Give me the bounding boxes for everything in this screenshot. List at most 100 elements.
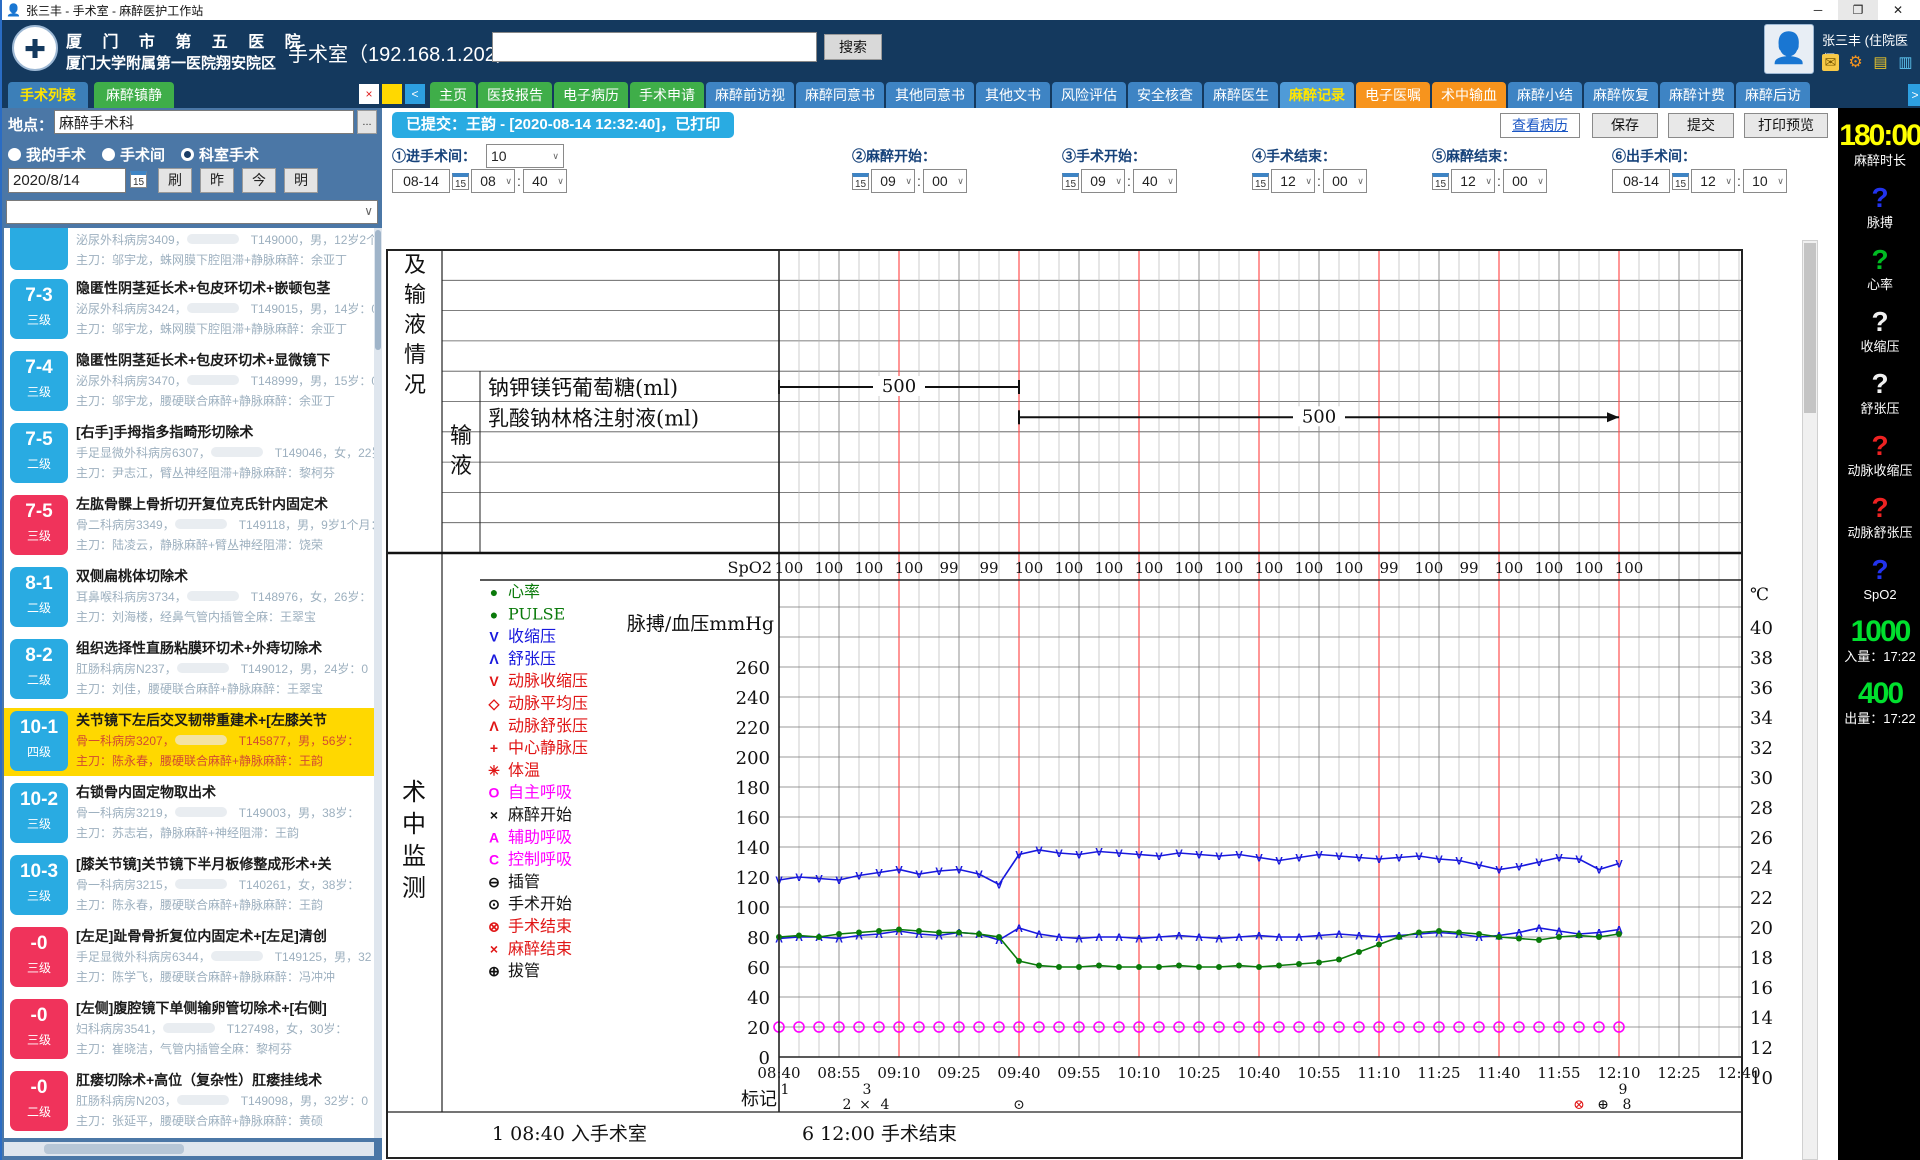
calendar-icon[interactable]: 15: [1252, 173, 1269, 190]
minute-select[interactable]: 00∨: [923, 169, 967, 193]
back-button[interactable]: <: [405, 84, 425, 104]
main-tab-其他文书[interactable]: 其他文书: [976, 82, 1050, 108]
hour-select[interactable]: 12∨: [1691, 169, 1735, 193]
date-input[interactable]: [8, 168, 126, 193]
surgery-list-item[interactable]: -0二级 肛瘘切除术+高位（复杂性）肛瘘挂线术 肛肠科病房N203， T1490…: [4, 1068, 374, 1136]
main-tab-医技报告[interactable]: 医技报告: [478, 82, 552, 108]
hour-select[interactable]: 09∨: [1081, 169, 1125, 193]
close-button[interactable]: ✕: [1878, 0, 1918, 20]
main-tab-安全核查[interactable]: 安全核查: [1128, 82, 1202, 108]
surgery-list-item[interactable]: 三级 泌尿外科病房3409， T149000，男，12岁2个… 主刀：邬宇龙，蛛…: [4, 228, 374, 272]
surgery-list-item[interactable]: 7-3三级 隐匿性阴茎延长术+包皮环切术+嵌顿包茎 泌尿外科病房3424， T1…: [4, 276, 374, 344]
maximize-button[interactable]: ❐: [1838, 0, 1878, 20]
refresh-day-button[interactable]: 刷: [158, 168, 192, 193]
chart-icon[interactable]: ▥: [1897, 54, 1914, 71]
calendar-icon[interactable]: 15: [1432, 173, 1449, 190]
surgery-list-item[interactable]: 10-1四级 关节镜下左后交叉韧带重建术+[左膝关节 骨一科病房3207， T1…: [4, 708, 374, 776]
tab-overflow-arrow[interactable]: >: [1908, 84, 1920, 106]
surgery-list-item[interactable]: 10-2三级 右锁骨内固定物取出术 骨一科病房3219， T149003，男，3…: [4, 780, 374, 848]
close-tab-button[interactable]: ×: [359, 84, 379, 104]
surgery-list-item[interactable]: -0三级 [左足]趾骨骨折复位内固定术+[左足]清创 手足显微外科病房6344，…: [4, 924, 374, 992]
location-more-button[interactable]: ...: [357, 110, 377, 134]
minute-select[interactable]: 10∨: [1743, 169, 1787, 193]
main-tab-麻醉小结[interactable]: 麻醉小结: [1508, 82, 1582, 108]
svg-text:V: V: [1375, 854, 1383, 866]
main-tab-麻醉同意书[interactable]: 麻醉同意书: [796, 82, 884, 108]
surgery-list-item[interactable]: 7-5二级 [右手]手拇指多指畸形切除术 手足显微外科病房6307， T1490…: [4, 420, 374, 488]
sidebar-horizontal-scrollbar[interactable]: [4, 1142, 374, 1156]
room-select[interactable]: 10∨: [486, 144, 564, 168]
date-field[interactable]: 08-14: [1612, 169, 1670, 193]
app-icon: 👤: [6, 3, 21, 17]
main-tab-电子病历[interactable]: 电子病历: [554, 82, 628, 108]
radio-科室手术[interactable]: 科室手术: [181, 144, 259, 165]
minimize-button[interactable]: ─: [1798, 0, 1838, 20]
submit-button[interactable]: 提交: [1668, 113, 1734, 138]
yellow-button[interactable]: [382, 84, 402, 104]
today-button[interactable]: 今: [242, 168, 276, 193]
minute-select[interactable]: 40∨: [523, 169, 567, 193]
hour-select[interactable]: 12∨: [1451, 169, 1495, 193]
radio-我的手术[interactable]: 我的手术: [8, 144, 86, 165]
main-tab-麻醉恢复[interactable]: 麻醉恢复: [1584, 82, 1658, 108]
svg-text:SpO2: SpO2: [728, 558, 773, 577]
tomorrow-button[interactable]: 明: [284, 168, 318, 193]
location-input[interactable]: [54, 110, 354, 134]
gear-icon[interactable]: ⚙: [1847, 54, 1864, 71]
vital-value: ?: [1838, 430, 1920, 462]
main-tab-麻醉前访视[interactable]: 麻醉前访视: [706, 82, 794, 108]
svg-text:自主呼吸: 自主呼吸: [508, 783, 572, 802]
hour-select[interactable]: 09∨: [871, 169, 915, 193]
main-tab-电子医嘱[interactable]: 电子医嘱: [1356, 82, 1430, 108]
svg-text:V: V: [1535, 857, 1543, 869]
surgery-list-item[interactable]: 10-3三级 [膝关节镜]关节镜下半月板修整成形术+关 骨一科病房3215， T…: [4, 852, 374, 920]
coins-icon[interactable]: ▤: [1872, 54, 1889, 71]
main-tab-麻醉计费[interactable]: 麻醉计费: [1660, 82, 1734, 108]
surgery-list-item[interactable]: 8-1二级 双侧扁桃体切除术 耳鼻喉科病房3734， T148976，女，26岁…: [4, 564, 374, 632]
main-tab-其他同意书[interactable]: 其他同意书: [886, 82, 974, 108]
main-tab-手术申请[interactable]: 手术申请: [630, 82, 704, 108]
search-input[interactable]: [492, 32, 817, 62]
main-tab-麻醉医生[interactable]: 麻醉医生: [1204, 82, 1278, 108]
tab-anesthesia-sedation[interactable]: 麻醉镇静: [94, 82, 174, 108]
yesterday-button[interactable]: 昨: [200, 168, 234, 193]
main-tab-术中输血[interactable]: 术中输血: [1432, 82, 1506, 108]
main-tab-风险评估[interactable]: 风险评估: [1052, 82, 1126, 108]
mail-icon[interactable]: ✉: [1822, 54, 1839, 71]
main-tab-主页[interactable]: 主页: [430, 82, 476, 108]
minute-select[interactable]: 40∨: [1133, 169, 1177, 193]
minute-select[interactable]: 00∨: [1503, 169, 1547, 193]
calendar-icon[interactable]: 15: [130, 171, 147, 188]
svg-text:手术开始: 手术开始: [508, 894, 572, 913]
hour-select[interactable]: 12∨: [1271, 169, 1315, 193]
redacted-name: [175, 879, 227, 889]
date-field[interactable]: 08-14: [392, 169, 450, 193]
chart-vertical-scrollbar[interactable]: [1802, 240, 1818, 1160]
tab-surgery-list[interactable]: 手术列表: [8, 82, 88, 108]
save-button[interactable]: 保存: [1592, 113, 1658, 138]
calendar-icon[interactable]: 15: [452, 173, 469, 190]
search-button[interactable]: 搜索: [824, 34, 882, 60]
main-tab-麻醉后访[interactable]: 麻醉后访: [1736, 82, 1810, 108]
main-tab-麻醉记录[interactable]: 麻醉记录: [1280, 82, 1354, 108]
sidebar-vertical-scrollbar[interactable]: [374, 228, 382, 1138]
surgery-list-item[interactable]: -0三级 [左侧]腹腔镜下单侧输卵管切除术+[右侧] 妇科病房3541， T12…: [4, 996, 374, 1064]
view-record-button[interactable]: 查看病历: [1500, 113, 1580, 138]
filter-combobox[interactable]: ∨: [6, 200, 378, 224]
calendar-icon[interactable]: 15: [852, 173, 869, 190]
surgery-list-item[interactable]: 7-5三级 左肱骨髁上骨折切开复位克氏针内固定术 骨二科病房3349， T149…: [4, 492, 374, 560]
svg-text:Λ: Λ: [489, 651, 499, 667]
calendar-icon[interactable]: 15: [1672, 173, 1689, 190]
radio-手术间[interactable]: 手术间: [102, 144, 165, 165]
svg-text:Λ: Λ: [1315, 931, 1323, 943]
svg-text:Λ: Λ: [1155, 932, 1163, 944]
svg-text:×: ×: [490, 941, 498, 957]
hour-select[interactable]: 08∨: [471, 169, 515, 193]
print-preview-button[interactable]: 打印预览: [1744, 113, 1828, 138]
minute-select[interactable]: 00∨: [1323, 169, 1367, 193]
calendar-icon[interactable]: 15: [1062, 173, 1079, 190]
surgery-list-item[interactable]: 7-4三级 隐匿性阴茎延长术+包皮环切术+显微镜下 泌尿外科病房3470， T1…: [4, 348, 374, 416]
avatar[interactable]: 👤: [1764, 24, 1814, 74]
svg-text:麻醉开始: 麻醉开始: [508, 805, 572, 824]
surgery-list-item[interactable]: 8-2二级 组织选择性直肠粘膜环切术+外痔切除术 肛肠科病房N237， T149…: [4, 636, 374, 704]
